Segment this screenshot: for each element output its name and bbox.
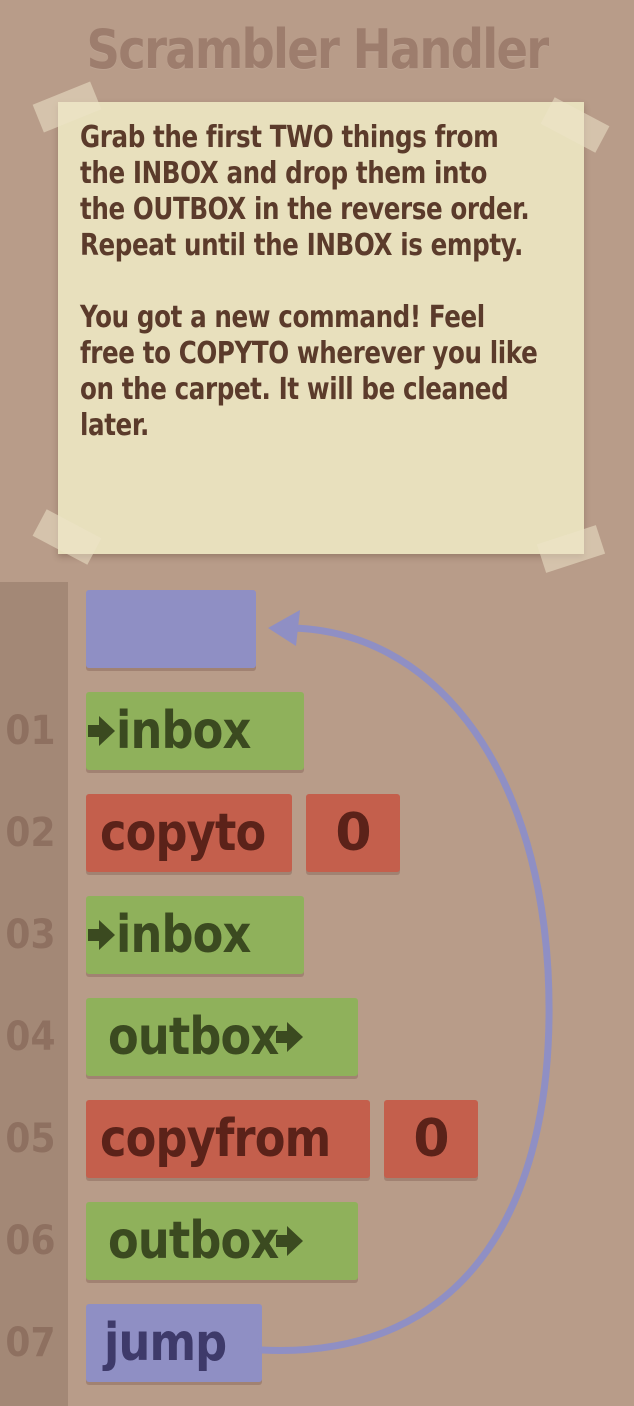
curved-arrow-icon xyxy=(258,610,553,1354)
